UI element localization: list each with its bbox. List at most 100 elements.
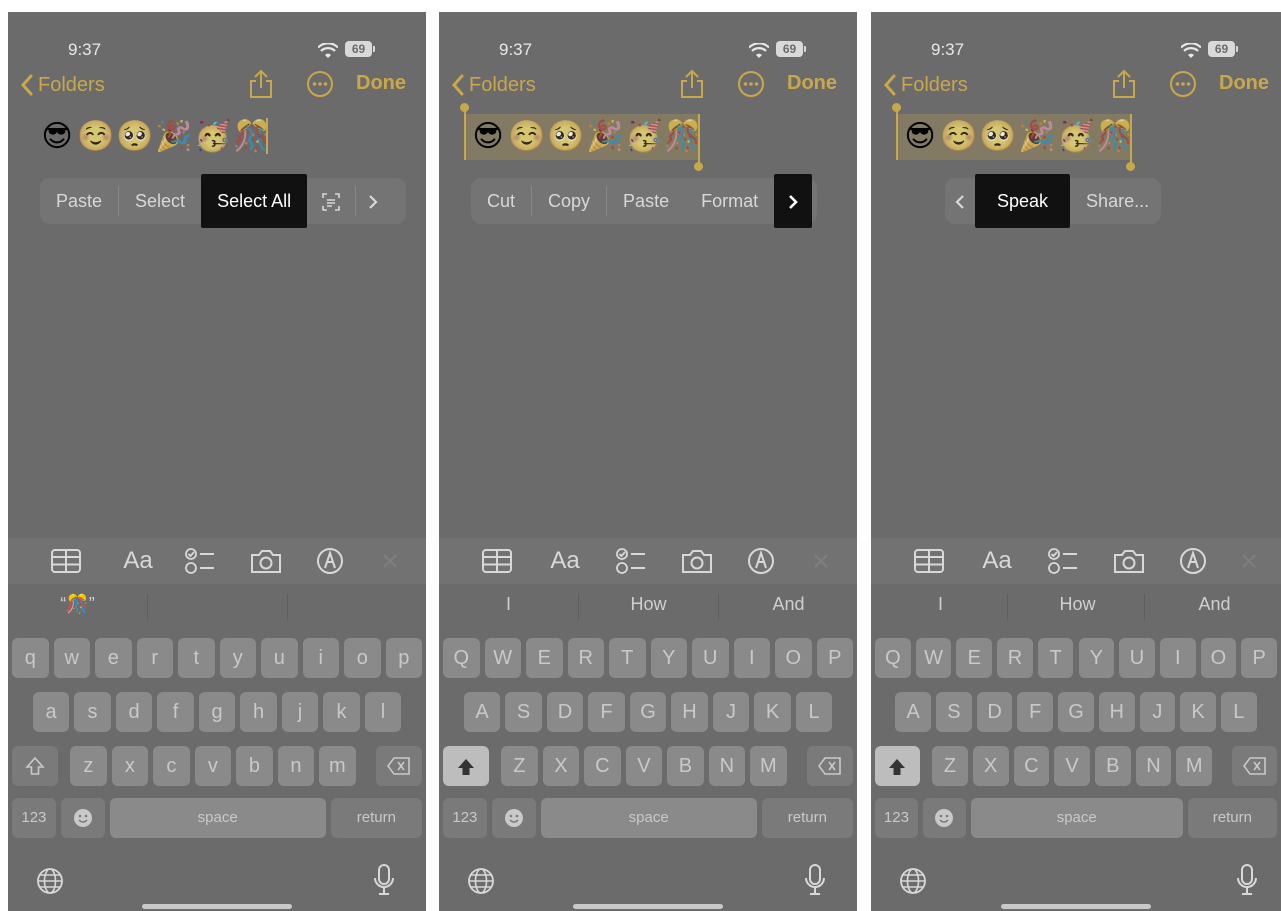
key-z[interactable]: Z [501,746,538,786]
key-a[interactable]: a [32,692,70,732]
selection-start-dot[interactable] [892,103,901,112]
key-c[interactable]: C [1013,746,1050,786]
numbers-key[interactable]: 123 [443,798,487,838]
key-x[interactable]: X [542,746,580,786]
menu-share-button[interactable]: Share... [1070,178,1165,224]
note-emoji-text[interactable]: 😎 ☺️ 🥺 🎉 🥳 🎊 [899,116,1133,156]
key-e[interactable]: E [526,638,563,678]
more-options-icon[interactable] [737,70,765,98]
key-f[interactable]: F [588,692,625,732]
key-t[interactable]: T [609,638,646,678]
key-u[interactable]: U [1119,638,1155,678]
emoji-key[interactable] [491,798,536,838]
key-q[interactable]: Q [875,638,911,678]
menu-paste-button[interactable]: Paste [607,178,685,224]
key-j[interactable]: j [281,692,319,732]
shift-key[interactable] [12,746,58,786]
key-y[interactable]: y [219,638,256,678]
key-v[interactable]: V [1054,746,1090,786]
key-d[interactable]: D [546,692,584,732]
key-e[interactable]: E [956,638,993,678]
camera-icon[interactable] [250,546,282,576]
space-key[interactable]: space [109,798,326,838]
back-folders-button[interactable]: Folders [451,70,536,100]
suggestion-item[interactable]: I [439,594,578,615]
back-folders-button[interactable]: Folders [883,70,968,100]
key-i[interactable]: i [302,638,339,678]
key-q[interactable]: q [12,638,49,678]
key-g[interactable]: g [198,692,236,732]
menu-next-button[interactable] [774,174,813,228]
key-y[interactable]: Y [1078,638,1115,678]
back-folders-button[interactable]: Folders [20,70,105,100]
key-b[interactable]: B [1094,746,1131,786]
key-w[interactable]: w [53,638,90,678]
table-icon[interactable] [50,546,82,576]
key-v[interactable]: V [625,746,663,786]
selection-start-handle[interactable] [464,108,466,160]
close-icon[interactable] [805,546,837,576]
suggestion-item[interactable]: How [1008,594,1147,615]
more-options-icon[interactable] [1169,70,1197,98]
return-key[interactable]: return [761,798,853,838]
menu-select-button[interactable]: Select [119,178,201,224]
key-p[interactable]: P [816,638,853,678]
camera-icon[interactable] [681,546,713,576]
menu-cut-button[interactable]: Cut [471,178,531,224]
key-a[interactable]: A [463,692,501,732]
key-z[interactable]: z [70,746,107,786]
key-x[interactable]: x [111,746,149,786]
key-g[interactable]: G [629,692,667,732]
key-w[interactable]: W [915,638,952,678]
key-b[interactable]: b [236,746,273,786]
key-r[interactable]: r [136,638,173,678]
close-icon[interactable] [374,546,406,576]
suggestion-item[interactable]: I [871,594,1010,615]
selection-start-dot[interactable] [460,103,469,112]
space-key[interactable]: space [970,798,1183,838]
key-k[interactable]: K [1180,692,1216,732]
key-f[interactable]: F [1017,692,1054,732]
globe-icon[interactable] [467,867,495,895]
key-c[interactable]: c [153,746,190,786]
key-s[interactable]: S [936,692,972,732]
markup-pen-icon[interactable] [1177,546,1209,576]
delete-key[interactable] [1232,746,1277,786]
delete-key[interactable] [376,746,422,786]
key-p[interactable]: p [385,638,422,678]
markup-pen-icon[interactable] [745,546,777,576]
key-h[interactable]: H [671,692,708,732]
shift-key[interactable] [875,746,920,786]
space-key[interactable]: space [540,798,757,838]
menu-format-button[interactable]: Format [685,178,774,224]
menu-next-button[interactable] [356,178,390,224]
key-l[interactable]: L [1220,692,1257,732]
text-format-button[interactable]: Aa [975,546,1019,576]
checklist-icon[interactable] [184,546,216,576]
key-n[interactable]: N [1135,746,1172,786]
key-q[interactable]: Q [443,638,480,678]
key-g[interactable]: G [1058,692,1094,732]
globe-icon[interactable] [899,867,927,895]
return-key[interactable]: return [1187,798,1277,838]
key-k[interactable]: K [754,692,791,732]
key-j[interactable]: J [1139,692,1176,732]
menu-paste-button[interactable]: Paste [40,178,118,224]
microphone-icon[interactable] [1236,864,1258,896]
return-key[interactable]: return [330,798,422,838]
shift-key[interactable] [443,746,489,786]
key-x[interactable]: X [972,746,1009,786]
key-o[interactable]: o [344,638,381,678]
globe-icon[interactable] [36,867,64,895]
key-n[interactable]: N [708,746,746,786]
checklist-icon[interactable] [1047,546,1079,576]
share-icon[interactable] [679,68,705,100]
more-options-icon[interactable] [306,70,334,98]
key-l[interactable]: L [795,692,833,732]
key-m[interactable]: M [1176,746,1212,786]
key-r[interactable]: R [997,638,1033,678]
delete-key[interactable] [807,746,853,786]
key-j[interactable]: J [712,692,750,732]
text-format-button[interactable]: Aa [116,546,160,576]
key-y[interactable]: Y [650,638,687,678]
